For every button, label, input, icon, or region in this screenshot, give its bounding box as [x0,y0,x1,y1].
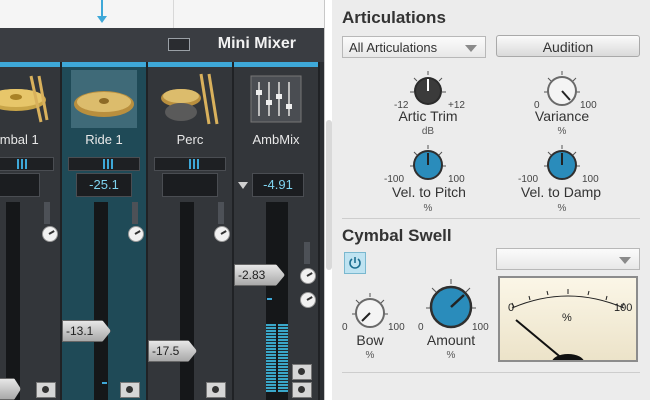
send-slider[interactable] [304,242,310,264]
pan-slider[interactable] [0,157,54,171]
timeline-ruler[interactable] [0,0,324,28]
channel-color-bar [0,62,60,67]
level-meter-right [278,324,288,392]
vel-to-pitch-knob[interactable] [408,144,448,184]
amount-knob[interactable] [424,278,478,332]
meter-min-label: 0 [508,302,515,314]
bow-knob[interactable] [350,292,390,332]
variance-knob[interactable] [542,70,582,110]
channel-color-bar [62,62,146,67]
playhead-marker[interactable] [97,16,107,23]
fader-track[interactable] [180,202,194,400]
section-divider [342,218,640,219]
fader-track[interactable] [94,202,108,400]
cymbal-icon[interactable] [0,70,49,128]
fader-handle[interactable]: -2.83 [234,264,285,286]
channel-strip-ride-1: Ride 1 -25.1 -13.1 [62,62,148,400]
send-knob[interactable] [300,268,316,284]
pan-indicator [189,159,199,169]
vel-to-damp-label: Vel. to Damp [520,184,602,200]
channel-strip-cymbal-1: ymbal 1 9 [0,62,62,400]
chevron-down-icon [465,45,477,52]
settings-panel: Articulations All Articulations Audition… [332,0,650,400]
meter-max-label: 100 [614,302,633,314]
percussion-icon[interactable] [157,70,223,128]
cymbal-swell-title: Cymbal Swell [342,226,452,245]
artic-trim-knob[interactable] [408,70,448,110]
vel-to-pitch-label: Vel. to Pitch [392,184,466,200]
channel-name: Ride 1 [85,132,123,147]
ruler-gridline [173,0,174,28]
send-knob[interactable] [128,226,144,242]
power-icon[interactable] [344,252,366,274]
channel-color-bar [234,62,318,67]
send-knob[interactable] [42,226,58,242]
send-slider[interactable] [44,202,50,224]
variance-unit: % [557,126,567,137]
bow-label: Bow [356,332,384,348]
solo-button[interactable] [292,382,312,398]
fader-handle[interactable]: -13.1 [62,320,111,342]
cymbal-swell-dropdown[interactable] [496,248,640,270]
channel-value[interactable]: -4.91 [252,173,304,197]
audition-button[interactable]: Audition [496,35,640,57]
channel-name: ymbal 1 [0,132,39,147]
fader-track[interactable] [6,202,20,400]
solo-button[interactable] [120,382,140,398]
articulations-dropdown[interactable]: All Articulations [342,36,486,58]
variance-label: Variance [534,108,590,124]
articulations-title: Articulations [342,8,446,27]
channel-strip-perc: Perc -17.5 [148,62,234,400]
send-slider[interactable] [132,202,138,224]
section-divider [342,372,640,373]
vel-to-damp-knob[interactable] [542,144,582,184]
pan-slider[interactable] [68,157,140,171]
link-button[interactable] [292,364,312,380]
vel-to-pitch-unit: % [423,203,433,214]
swell-meter: 0 % 100 [498,276,638,362]
level-meter-left [266,324,276,392]
channel-color-bar [148,62,232,67]
pan-slider[interactable] [154,157,226,171]
fader-handle[interactable]: -17.5 [148,340,197,362]
solo-button[interactable] [36,382,56,398]
bow-unit: % [365,350,375,361]
amount-label: Amount [426,332,476,348]
solo-button[interactable] [206,382,226,398]
peak-marker [267,298,272,300]
ambient-mixer-icon[interactable] [243,70,309,128]
fader-marker [102,382,107,384]
send-knob[interactable] [214,226,230,242]
pan-indicator [103,159,113,169]
send-knob[interactable] [300,292,316,308]
send-slider[interactable] [218,202,224,224]
channel-strip-ambmix: AmbMix -4.91 -2.83 [234,62,320,400]
artic-trim-label: Artic Trim [398,108,458,124]
ride-cymbal-icon[interactable] [71,70,137,128]
meter-unit-label: % [562,312,572,324]
channel-name: AmbMix [252,132,300,147]
mixer-toggle-button[interactable] [168,38,190,51]
channel-name: Perc [176,132,204,147]
artic-trim-unit: dB [421,126,435,137]
chevron-down-icon [619,257,631,264]
channel-value[interactable] [162,173,218,197]
chevron-down-icon[interactable] [238,182,248,189]
mixer-title: Mini Mixer [217,35,296,52]
vel-to-damp-unit: % [557,203,567,214]
channel-value[interactable] [0,173,40,197]
channel-value[interactable]: -25.1 [76,173,132,197]
pan-indicator [17,159,27,169]
amount-unit: % [446,350,456,361]
mixer-header: Mini Mixer [0,28,324,62]
mini-mixer: Mini Mixer ymbal 1 9 [0,0,324,400]
dropdown-value: All Articulations [349,40,438,55]
